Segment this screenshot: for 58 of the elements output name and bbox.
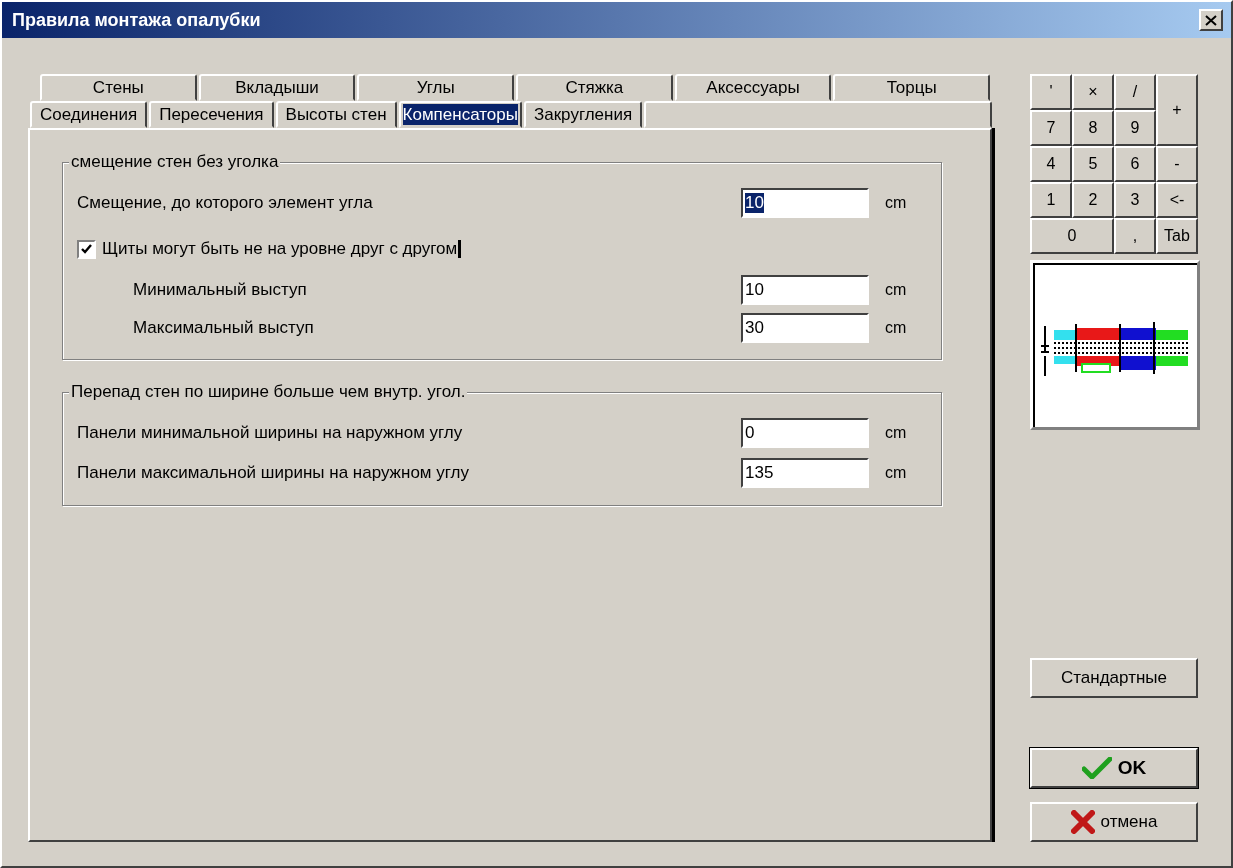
tab[interactable]: Пересечения xyxy=(149,101,274,128)
keypad-key[interactable]: ' xyxy=(1030,74,1072,110)
unit-label: cm xyxy=(884,424,908,442)
keypad-key[interactable]: 2 xyxy=(1072,182,1114,218)
field-label: Минимальный выступ xyxy=(133,280,308,300)
tab[interactable]: Вкладыши xyxy=(198,74,356,101)
cancel-button[interactable]: отмена xyxy=(1030,802,1198,842)
keypad-key[interactable]: 7 xyxy=(1030,110,1072,146)
text-cursor xyxy=(458,240,462,258)
keypad-key[interactable]: 5 xyxy=(1072,146,1114,182)
unit-label: cm xyxy=(884,464,908,482)
ok-button[interactable]: OK xyxy=(1030,748,1198,788)
keypad-key[interactable]: 4 xyxy=(1030,146,1072,182)
field-label: Панели максимальной ширины на наружном углу xyxy=(77,463,470,483)
keypad-key[interactable]: + xyxy=(1156,74,1198,146)
input-field[interactable]: 135 xyxy=(741,458,869,488)
check-icon xyxy=(1081,757,1112,779)
tab[interactable]: Стяжка xyxy=(516,74,673,101)
keypad-key[interactable]: Tab xyxy=(1156,218,1198,254)
keypad-key[interactable]: - xyxy=(1156,146,1198,182)
tab[interactable]: Аксессуары xyxy=(674,74,832,101)
keypad-key[interactable]: 1 xyxy=(1030,182,1072,218)
input-field[interactable]: 30 xyxy=(741,313,869,343)
input-field[interactable]: 10 xyxy=(741,188,869,218)
window-title: Правила монтажа опалубки xyxy=(12,9,261,31)
unit-label: cm xyxy=(884,319,908,337)
tab[interactable]: Углы xyxy=(357,74,514,101)
check-icon xyxy=(81,243,92,255)
input-field[interactable]: 0 xyxy=(741,418,869,448)
checkbox-label[interactable]: Щиты могут быть не на уровне друг с другом xyxy=(102,239,458,259)
keypad-key[interactable]: 9 xyxy=(1114,110,1156,146)
defaults-button[interactable]: Стандартные xyxy=(1030,658,1198,698)
keypad-key[interactable]: × xyxy=(1072,74,1114,110)
tab[interactable]: Закругления xyxy=(523,101,643,128)
tab[interactable]: Стены xyxy=(40,74,197,101)
group-title: смещение стен без уголка xyxy=(69,152,281,172)
field-label: Максимальный выступ xyxy=(133,318,315,338)
field-label: Панели минимальной ширины на наружном углу xyxy=(77,423,464,443)
tab[interactable]: Высоты стен xyxy=(275,101,397,128)
input-field[interactable]: 10 xyxy=(741,275,869,305)
tab[interactable]: Компенсаторы xyxy=(398,101,522,128)
keypad-key[interactable]: 3 xyxy=(1114,182,1156,218)
keypad-key[interactable]: <- xyxy=(1156,182,1198,218)
close-button[interactable] xyxy=(1199,9,1223,31)
unit-label: cm xyxy=(884,194,908,212)
field-label: Смещение, до которого элемент угла xyxy=(77,193,374,213)
checkbox[interactable] xyxy=(77,239,96,259)
tab[interactable]: Соединения xyxy=(30,101,148,128)
cross-icon xyxy=(1070,810,1095,834)
keypad-key[interactable]: 8 xyxy=(1072,110,1114,146)
keypad-key[interactable]: , xyxy=(1114,218,1156,254)
keypad-key[interactable]: 0 xyxy=(1030,218,1114,254)
keypad-key[interactable]: 6 xyxy=(1114,146,1156,182)
unit-label: cm xyxy=(884,281,908,299)
group-title: Перепад стен по ширине больше чем внутр. угол. xyxy=(69,382,468,402)
keypad-key[interactable]: / xyxy=(1114,74,1156,110)
close-icon xyxy=(1205,14,1217,26)
tab[interactable]: Торцы xyxy=(833,74,991,101)
